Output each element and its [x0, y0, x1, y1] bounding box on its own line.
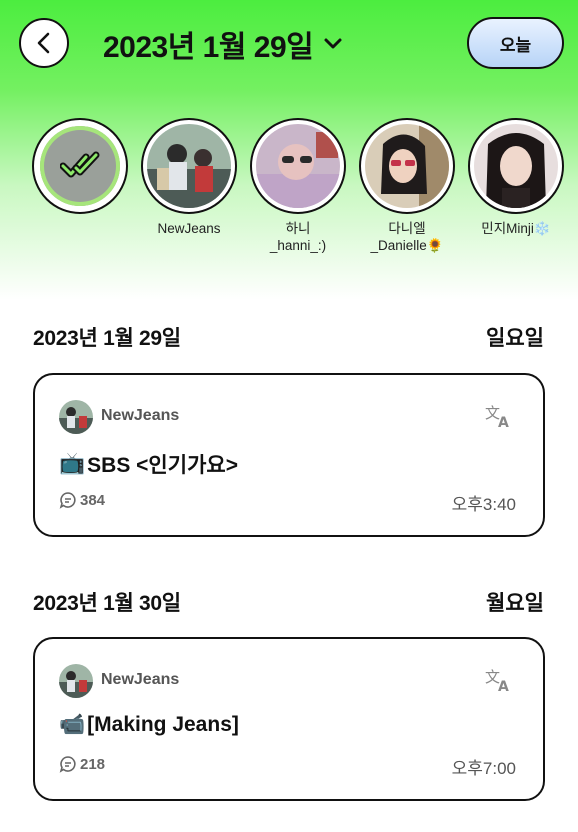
date-selector[interactable]: 2023년 1월 29일: [103, 24, 343, 64]
comment-count: 384: [59, 491, 105, 509]
svg-text:A: A: [498, 415, 509, 429]
video-camera-icon: 📹: [59, 713, 86, 736]
comment-count: 218: [59, 755, 105, 773]
chevron-down-icon: [324, 38, 342, 49]
story-name: 다니엘 _Danielle🌻: [352, 220, 462, 254]
translate-icon: 文 A: [485, 668, 509, 695]
post-title-text: SBS <인기가요>: [87, 454, 238, 477]
today-label: 오늘: [499, 35, 532, 55]
comment-count-value: 218: [80, 755, 106, 773]
story-ring: [141, 118, 237, 214]
story-name: 민지Minji❄️: [481, 221, 551, 236]
post-time: 오후3:40: [451, 495, 516, 514]
story-carousel: NewJeans 하니 _hanni_:) 다니엘 _Danielle🌻 민지M…: [0, 118, 578, 268]
story-name-line1: 다니엘: [388, 221, 426, 236]
comment-icon: [59, 492, 76, 509]
comment-icon: [59, 756, 76, 773]
double-check-icon: [60, 151, 100, 178]
section-date: 2023년 1월 30일: [33, 592, 181, 615]
post-title-text: [Making Jeans]: [87, 713, 239, 736]
post-author: NewJeans: [101, 407, 180, 424]
chevron-left-icon: [37, 32, 50, 54]
story-ring: [359, 118, 455, 214]
story-newjeans[interactable]: NewJeans: [134, 118, 244, 237]
story-avatar-newjeans: [147, 124, 231, 208]
tv-icon: 📺: [59, 452, 86, 475]
story-name-line2: _hanni_:): [269, 238, 327, 253]
story-avatar-danielle: [365, 124, 449, 208]
post-title: 📺 SBS <인기가요>: [59, 449, 238, 479]
section-weekday: 월요일: [486, 592, 544, 615]
post-time: 오후7:00: [451, 759, 516, 778]
top-bar: 2023년 1월 29일 오늘: [0, 0, 578, 90]
post-avatar: [59, 400, 93, 434]
svg-text:A: A: [498, 679, 509, 693]
story-minji[interactable]: 민지Minji❄️: [461, 118, 571, 237]
story-avatar-hanni: [256, 124, 340, 208]
story-avatar-minji: [474, 124, 558, 208]
story-name-line1: 하니: [285, 221, 311, 236]
post-title: 📹 [Making Jeans]: [59, 713, 239, 737]
today-button[interactable]: 오늘: [467, 17, 564, 69]
back-button[interactable]: [19, 18, 69, 68]
date-title-text: 2023년 1월 29일: [103, 31, 314, 64]
story-hanni[interactable]: 하니 _hanni_:): [243, 118, 353, 254]
comment-count-value: 384: [80, 491, 106, 509]
story-all-ring: [32, 118, 128, 214]
translate-button[interactable]: 文 A: [485, 403, 513, 434]
section-date: 2023년 1월 29일: [33, 327, 181, 350]
translate-button[interactable]: 文 A: [485, 667, 513, 698]
translate-icon: 文 A: [485, 404, 509, 431]
post-card[interactable]: NewJeans 文 A 📺 SBS <인기가요> 384 오후3:40: [33, 373, 545, 537]
post-card[interactable]: NewJeans 文 A 📹 [Making Jeans] 218 오후7:00: [33, 637, 545, 801]
story-danielle[interactable]: 다니엘 _Danielle🌻: [352, 118, 462, 254]
section-weekday: 일요일: [486, 327, 544, 350]
story-name: NewJeans: [157, 221, 221, 236]
story-ring: [250, 118, 346, 214]
story-ring: [468, 118, 564, 214]
post-author: NewJeans: [101, 671, 180, 688]
story-all[interactable]: [25, 118, 135, 214]
post-avatar: [59, 664, 93, 698]
story-name-line2: _Danielle🌻: [370, 238, 444, 253]
story-all-selected: [40, 126, 120, 206]
story-name: 하니 _hanni_:): [243, 220, 353, 254]
